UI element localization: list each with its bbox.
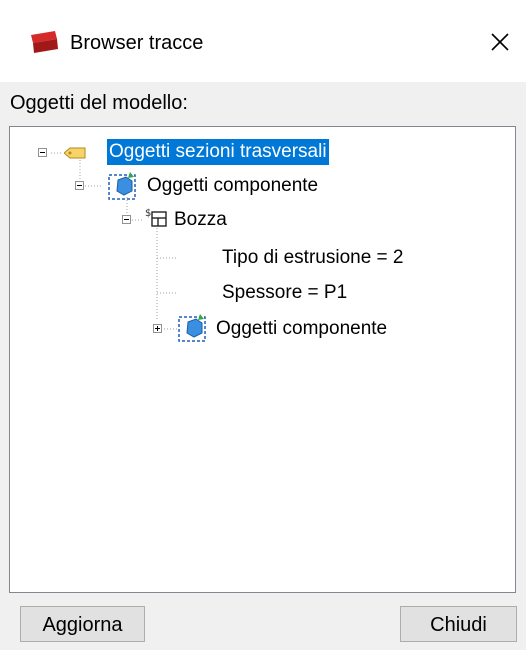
model-objects-label: Oggetti del modello: (10, 92, 188, 114)
tree-node-cross-section-objects[interactable]: Oggetti sezioni trasversali (107, 139, 329, 165)
component-objects-icon (178, 314, 206, 342)
model-objects-tree[interactable]: Oggetti sezioni trasversali Oggetti comp… (9, 126, 516, 593)
tree-node-component-objects[interactable]: Oggetti componente (147, 173, 318, 199)
tree-node-extrusion-type[interactable]: Tipo di estrusione = 2 (222, 245, 403, 271)
window-title: Browser tracce (70, 32, 204, 54)
close-icon (491, 33, 509, 51)
close-button[interactable]: Chiudi (400, 606, 517, 642)
component-objects-icon (108, 172, 136, 200)
tree-node-thickness[interactable]: Spessore = P1 (222, 280, 347, 306)
expand-toggle[interactable] (153, 324, 162, 333)
refresh-button[interactable]: Aggiorna (20, 606, 145, 642)
sketch-icon: $ (145, 208, 167, 227)
collapse-toggle[interactable] (75, 181, 84, 190)
app-logo-icon (31, 31, 58, 53)
svg-text:$: $ (145, 208, 151, 219)
tree-node-sketch[interactable]: Bozza (174, 207, 227, 233)
collapse-toggle[interactable] (122, 215, 131, 224)
tag-icon (64, 147, 86, 159)
title-bar: Browser tracce (0, 0, 526, 82)
tree-node-component-objects-child[interactable]: Oggetti componente (216, 316, 387, 342)
collapse-toggle[interactable] (38, 148, 47, 157)
close-window-button[interactable] (480, 22, 520, 62)
